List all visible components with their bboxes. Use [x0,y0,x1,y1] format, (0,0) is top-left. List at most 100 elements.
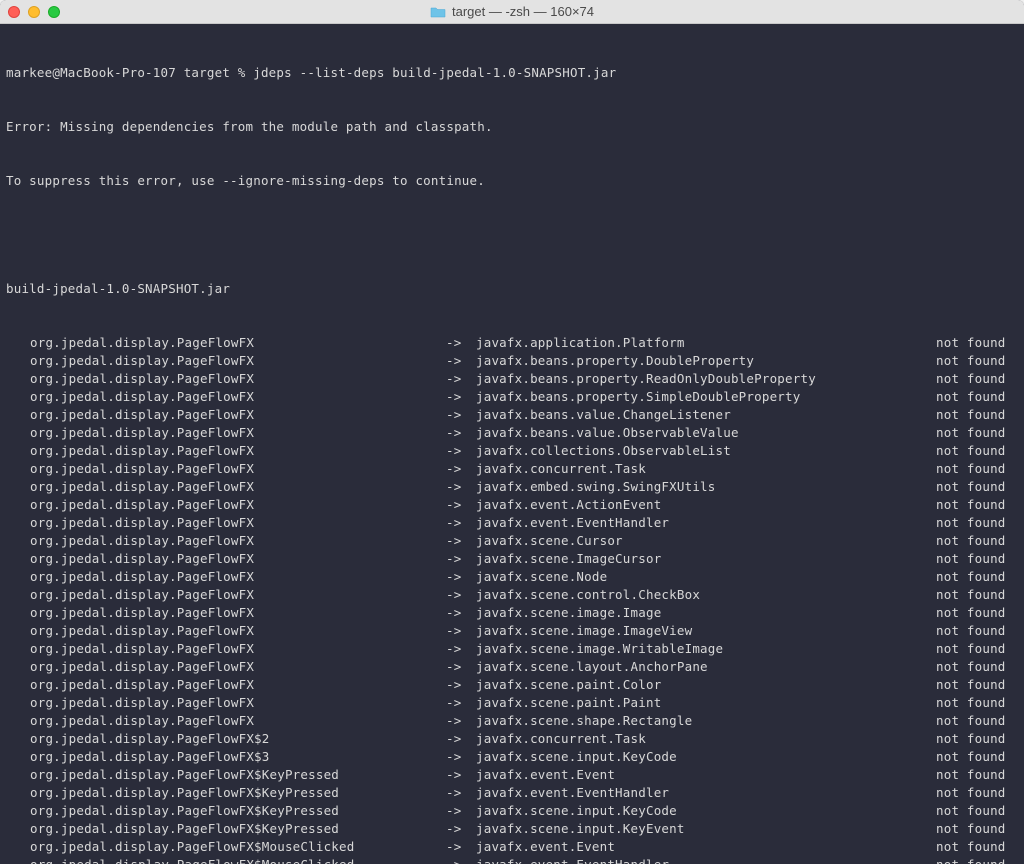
dep-row: org.jpedal.display.PageFlowFX-> javafx.s… [6,622,1018,640]
dep-source: org.jpedal.display.PageFlowFX [6,406,446,424]
dep-source: org.jpedal.display.PageFlowFX [6,442,446,460]
dep-arrow: -> [446,568,476,586]
dep-target: javafx.event.EventHandler [476,784,936,802]
dep-status: not found [936,748,1006,766]
dep-source: org.jpedal.display.PageFlowFX [6,604,446,622]
dep-row: org.jpedal.display.PageFlowFX$2-> javafx… [6,730,1018,748]
dep-target: javafx.concurrent.Task [476,460,936,478]
dep-target: javafx.scene.input.KeyEvent [476,820,936,838]
maximize-button[interactable] [48,6,60,18]
dep-source: org.jpedal.display.PageFlowFX [6,694,446,712]
folder-icon [430,6,446,18]
prompt: markee@MacBook-Pro-107 target % [6,65,253,80]
dep-target: javafx.concurrent.Task [476,730,936,748]
dep-status: not found [936,568,1006,586]
dep-status: not found [936,370,1006,388]
dep-row: org.jpedal.display.PageFlowFX-> javafx.s… [6,694,1018,712]
dep-status: not found [936,694,1006,712]
dep-status: not found [936,424,1006,442]
dep-target: javafx.scene.Cursor [476,532,936,550]
dep-arrow: -> [446,766,476,784]
window-title: target — -zsh — 160×74 [430,4,594,19]
dep-arrow: -> [446,550,476,568]
dep-row: org.jpedal.display.PageFlowFX$KeyPressed… [6,820,1018,838]
dep-source: org.jpedal.display.PageFlowFX [6,586,446,604]
dep-row: org.jpedal.display.PageFlowFX-> javafx.s… [6,676,1018,694]
dep-arrow: -> [446,712,476,730]
dep-target: javafx.event.EventHandler [476,856,936,864]
dep-arrow: -> [446,478,476,496]
dep-row: org.jpedal.display.PageFlowFX-> javafx.e… [6,478,1018,496]
dep-source: org.jpedal.display.PageFlowFX [6,514,446,532]
dep-row: org.jpedal.display.PageFlowFX-> javafx.e… [6,514,1018,532]
dep-row: org.jpedal.display.PageFlowFX$3-> javafx… [6,748,1018,766]
dep-source: org.jpedal.display.PageFlowFX$3 [6,748,446,766]
dep-row: org.jpedal.display.PageFlowFX$KeyPressed… [6,766,1018,784]
dep-arrow: -> [446,460,476,478]
dep-row: org.jpedal.display.PageFlowFX-> javafx.s… [6,586,1018,604]
terminal-body[interactable]: markee@MacBook-Pro-107 target % jdeps --… [0,24,1024,864]
dep-target: javafx.event.Event [476,838,936,856]
dep-arrow: -> [446,856,476,864]
dep-row: org.jpedal.display.PageFlowFX-> javafx.b… [6,424,1018,442]
dep-status: not found [936,802,1006,820]
dep-row: org.jpedal.display.PageFlowFX-> javafx.b… [6,352,1018,370]
dep-arrow: -> [446,640,476,658]
dep-target: javafx.beans.property.SimpleDoubleProper… [476,388,936,406]
dep-status: not found [936,334,1006,352]
minimize-button[interactable] [28,6,40,18]
dep-source: org.jpedal.display.PageFlowFX [6,352,446,370]
dep-status: not found [936,532,1006,550]
dep-arrow: -> [446,334,476,352]
dep-arrow: -> [446,604,476,622]
dep-target: javafx.event.Event [476,766,936,784]
dep-row: org.jpedal.display.PageFlowFX-> javafx.c… [6,460,1018,478]
dep-target: javafx.scene.image.WritableImage [476,640,936,658]
dep-status: not found [936,676,1006,694]
dep-status: not found [936,730,1006,748]
dep-source: org.jpedal.display.PageFlowFX [6,478,446,496]
dep-row: org.jpedal.display.PageFlowFX$KeyPressed… [6,784,1018,802]
dep-arrow: -> [446,388,476,406]
dep-row: org.jpedal.display.PageFlowFX$MouseClick… [6,838,1018,856]
command: jdeps --list-deps build-jpedal-1.0-SNAPS… [253,65,616,80]
dep-source: org.jpedal.display.PageFlowFX [6,658,446,676]
dep-status: not found [936,478,1006,496]
dep-target: javafx.beans.value.ChangeListener [476,406,936,424]
dep-row: org.jpedal.display.PageFlowFX$KeyPressed… [6,802,1018,820]
jar-header: build-jpedal-1.0-SNAPSHOT.jar [6,280,1018,298]
dep-target: javafx.scene.image.ImageView [476,622,936,640]
dep-arrow: -> [446,784,476,802]
dep-status: not found [936,856,1006,864]
dep-arrow: -> [446,496,476,514]
dep-arrow: -> [446,820,476,838]
dep-row: org.jpedal.display.PageFlowFX-> javafx.s… [6,712,1018,730]
dep-row: org.jpedal.display.PageFlowFX$MouseClick… [6,856,1018,864]
dep-arrow: -> [446,424,476,442]
dep-status: not found [936,442,1006,460]
window-title-text: target — -zsh — 160×74 [452,4,594,19]
dep-source: org.jpedal.display.PageFlowFX [6,388,446,406]
dep-source: org.jpedal.display.PageFlowFX [6,568,446,586]
titlebar[interactable]: target — -zsh — 160×74 [0,0,1024,24]
dep-source: org.jpedal.display.PageFlowFX [6,370,446,388]
dep-row: org.jpedal.display.PageFlowFX-> javafx.s… [6,640,1018,658]
dep-status: not found [936,820,1006,838]
dep-arrow: -> [446,802,476,820]
dep-arrow: -> [446,676,476,694]
dep-target: javafx.scene.paint.Paint [476,694,936,712]
dep-source: org.jpedal.display.PageFlowFX [6,496,446,514]
dep-target: javafx.application.Platform [476,334,936,352]
dep-status: not found [936,460,1006,478]
dep-source: org.jpedal.display.PageFlowFX [6,334,446,352]
prompt-line: markee@MacBook-Pro-107 target % jdeps --… [6,64,1018,82]
dep-arrow: -> [446,730,476,748]
dep-target: javafx.embed.swing.SwingFXUtils [476,478,936,496]
dep-arrow: -> [446,532,476,550]
dep-row: org.jpedal.display.PageFlowFX-> javafx.a… [6,334,1018,352]
dep-status: not found [936,406,1006,424]
dep-source: org.jpedal.display.PageFlowFX$MouseClick… [6,838,446,856]
close-button[interactable] [8,6,20,18]
dep-source: org.jpedal.display.PageFlowFX [6,460,446,478]
dep-status: not found [936,784,1006,802]
